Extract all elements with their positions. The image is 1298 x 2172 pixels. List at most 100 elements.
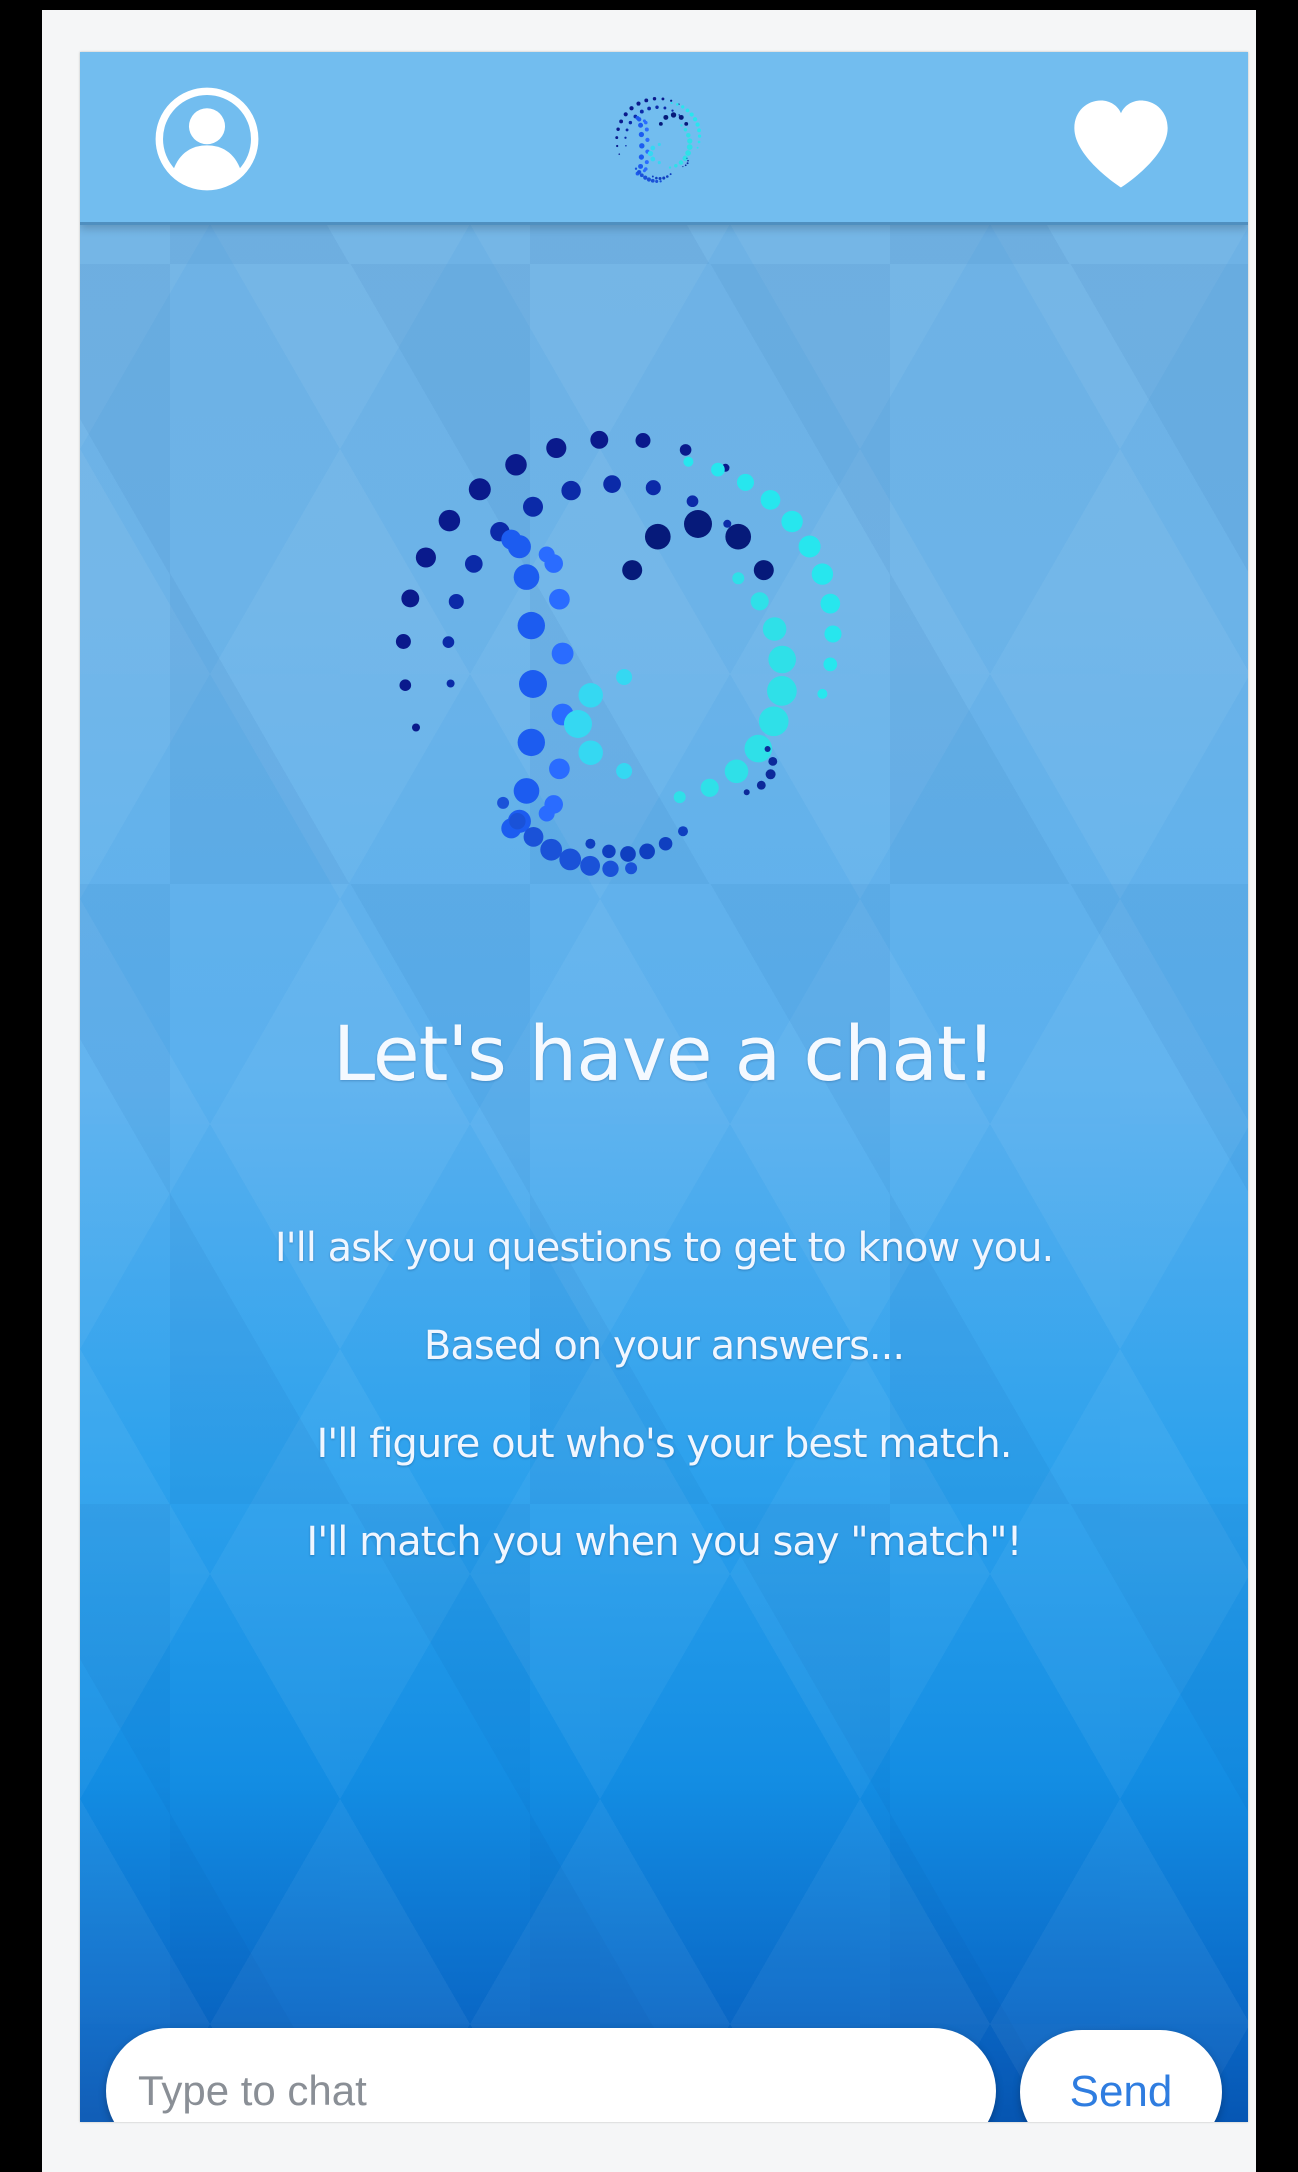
logo-dot <box>798 535 821 558</box>
profile-button[interactable] <box>154 86 260 192</box>
logo-dot <box>637 170 641 174</box>
logo-dot <box>448 593 464 610</box>
logo-dot <box>760 490 781 510</box>
logo-dot <box>686 162 689 165</box>
logo-dot <box>623 112 628 117</box>
logo-dot <box>399 679 412 692</box>
logo-dot <box>658 836 673 851</box>
logo-dot <box>622 560 643 581</box>
header-logo <box>610 88 714 192</box>
logo-dot <box>644 523 671 550</box>
logo-dot <box>616 669 633 685</box>
logo-dot <box>561 480 581 501</box>
logo-dot <box>683 456 694 467</box>
logo-dot <box>697 128 701 133</box>
logo-dot <box>695 122 700 127</box>
logo-dot <box>645 480 661 496</box>
chat-input[interactable] <box>106 2028 996 2122</box>
logo-dot <box>670 102 673 104</box>
send-button[interactable]: Send <box>1020 2030 1222 2122</box>
logo-dot <box>513 564 540 590</box>
logo-dot <box>517 611 545 640</box>
logo-dot <box>673 791 686 804</box>
logo-dot <box>549 588 570 610</box>
logo-dot <box>684 121 689 126</box>
logo-dot <box>676 103 679 106</box>
logo-dot <box>638 154 645 160</box>
logo-dot <box>711 462 725 477</box>
logo-dot <box>590 430 609 449</box>
logo-dot <box>681 105 685 109</box>
favorites-button[interactable] <box>1068 96 1174 192</box>
logo-dot <box>636 117 642 122</box>
logo-dot <box>678 114 680 116</box>
logo-dot <box>823 657 838 672</box>
logo-dot <box>669 173 672 176</box>
logo-dot <box>645 137 650 142</box>
app-header <box>80 52 1248 225</box>
logo-dot <box>658 176 662 180</box>
heart-icon <box>1074 100 1168 188</box>
logo-dot <box>639 143 645 149</box>
logo-dot <box>438 509 461 532</box>
logo-dot <box>642 169 646 173</box>
welcome-headline: Let's have a chat! <box>332 1009 996 1098</box>
logo-dot <box>750 592 769 611</box>
logo-dot <box>768 756 778 766</box>
logo-dot <box>464 555 483 573</box>
logo-dot <box>442 636 455 648</box>
logo-dot <box>517 728 545 757</box>
logo-dot <box>507 535 531 559</box>
logo-dot <box>684 164 687 167</box>
logo-dot <box>679 444 692 456</box>
logo-dot <box>655 105 659 109</box>
logo-dot <box>634 167 638 170</box>
logo-dot <box>758 706 789 737</box>
logo-dot <box>395 634 411 649</box>
logo-dot <box>620 846 636 862</box>
logo-dot <box>578 683 603 708</box>
logo-dot <box>639 109 644 114</box>
logo-dot <box>519 670 547 698</box>
logo-dot <box>687 159 689 162</box>
logo-dot <box>659 180 662 183</box>
logo-dot <box>585 838 596 849</box>
dotted-heart-logo-icon <box>615 96 702 183</box>
logo-dot <box>540 838 563 861</box>
logo-dot <box>638 163 644 169</box>
logo-dot <box>618 153 621 155</box>
logo-dot <box>639 843 655 860</box>
intro-line-1: I'll ask you questions to get to know yo… <box>274 1225 1054 1271</box>
logo-dot <box>625 144 627 147</box>
logo-dot <box>624 136 627 139</box>
logo-dot <box>643 120 648 125</box>
logo-dot <box>765 769 776 780</box>
intro-line-4: I'll match you when you say "match"! <box>306 1519 1022 1565</box>
intro-line-3: I'll figure out who's your best match. <box>316 1421 1013 1467</box>
logo-dot <box>446 679 455 688</box>
logo-dot <box>655 176 658 180</box>
logo-dot <box>636 101 641 106</box>
logo-dot <box>811 563 834 585</box>
logo-dot <box>762 617 787 641</box>
logo-dot <box>725 523 752 550</box>
logo-dot <box>689 112 694 117</box>
logo-dot <box>700 778 719 797</box>
page: Let's have a chat! I'll ask you question… <box>0 0 1298 2172</box>
logo-dot <box>638 122 644 128</box>
logo-dot <box>603 475 621 493</box>
logo-dot <box>764 746 771 752</box>
logo-dot <box>647 150 654 157</box>
logo-dot <box>670 112 677 118</box>
logo-dot <box>625 128 629 132</box>
user-circle-icon <box>155 87 259 191</box>
logo-dot <box>625 862 638 875</box>
logo-dot <box>756 780 766 790</box>
logo-dot <box>629 106 634 111</box>
logo-dot <box>652 96 657 101</box>
logo-dot <box>523 826 544 847</box>
logo-dot <box>651 175 654 178</box>
logo-dot <box>824 625 842 643</box>
logo-dot <box>564 710 592 738</box>
logo-dot <box>753 560 774 581</box>
